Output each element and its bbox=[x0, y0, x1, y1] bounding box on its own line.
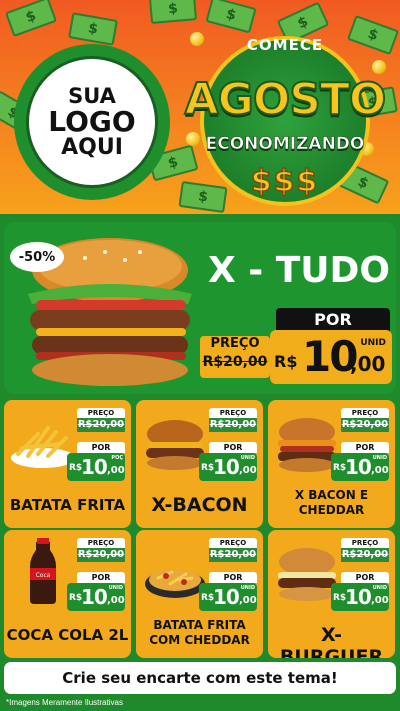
unit-label: POÇ bbox=[111, 455, 123, 461]
price-value: 10 bbox=[213, 585, 240, 609]
title-top: COMECE bbox=[246, 36, 324, 54]
new-price: R$ 10,00 UNID bbox=[199, 453, 257, 481]
por-label: POR bbox=[209, 442, 257, 453]
featured-name: X - TUDO bbox=[207, 250, 391, 291]
por-label: POR bbox=[341, 572, 389, 583]
unit-label: UNID bbox=[240, 455, 255, 461]
money-bill-icon: $ bbox=[68, 12, 118, 46]
price-cents: ,00 bbox=[107, 595, 125, 606]
price-label: PREÇO bbox=[77, 408, 125, 418]
title-main: AGOSTO bbox=[184, 73, 388, 126]
title-sub: ECONOMIZANDO bbox=[205, 134, 365, 155]
unit-label: UNID bbox=[108, 585, 123, 591]
dollar-symbols: $$$ bbox=[250, 163, 320, 200]
money-bill-icon: $ bbox=[4, 0, 58, 38]
price-cents: ,00 bbox=[107, 465, 125, 476]
price-cents: ,00 bbox=[371, 465, 389, 476]
product-name: COCA COLA 2L bbox=[6, 626, 129, 644]
logo-circle: SUA LOGO AQUI bbox=[26, 56, 158, 188]
old-price: R$20,00 bbox=[209, 418, 257, 432]
product-name: BATATA FRITA bbox=[9, 496, 126, 514]
svg-text:Coca: Coca bbox=[36, 572, 51, 579]
campaign-title: COMECE AGOSTO ECONOMIZANDO $$$ bbox=[178, 22, 392, 208]
unit-label: UNID bbox=[372, 455, 387, 461]
price-value: 10 bbox=[345, 585, 372, 609]
old-price: R$20,00 bbox=[209, 548, 257, 562]
price-label: PREÇO bbox=[341, 408, 389, 418]
price-value: 10 bbox=[81, 585, 108, 609]
product-name: X-BURGUER bbox=[279, 624, 384, 658]
product-card[interactable]: PREÇO R$20,00 POR R$ 10,00 UNID BATATA FRITA C… bbox=[136, 530, 263, 658]
por-label: POR bbox=[77, 572, 125, 583]
featured-product[interactable]: -50% X - TUDO PREÇO R$20,00 POR R$ 10 ,0… bbox=[4, 222, 396, 394]
unit-label: UNID bbox=[240, 585, 255, 591]
featured-old-price-box: PREÇO R$20,00 bbox=[200, 336, 270, 378]
cta-button[interactable]: Crie seu encarte com este tema! bbox=[4, 662, 396, 694]
product-name: X-BACON bbox=[151, 494, 248, 516]
new-price: R$ 10,00 UNID bbox=[199, 583, 257, 611]
new-price: R$ 10,00 UNID bbox=[67, 583, 125, 611]
featured-price-value: 10 bbox=[302, 332, 358, 381]
new-price: R$ 10,00 UNID bbox=[331, 583, 389, 611]
por-label: POR bbox=[341, 442, 389, 453]
featured-price-cents: ,00 bbox=[350, 352, 386, 376]
price-label: PREÇO bbox=[77, 538, 125, 548]
product-card[interactable]: PREÇO R$20,00 POR R$ 10,00 UNID X-BACON bbox=[136, 400, 263, 528]
product-name: BATATA FRITA COM CHEDDAR bbox=[149, 618, 250, 647]
discount-badge: -50% bbox=[10, 242, 64, 272]
logo-text-line1: SUA bbox=[68, 83, 116, 108]
price-cents: ,00 bbox=[239, 465, 257, 476]
new-price: R$ 10,00 POÇ bbox=[67, 453, 125, 481]
old-price-box: PREÇO R$20,00 bbox=[209, 538, 257, 562]
logo-text-line3: AQUI bbox=[61, 135, 123, 161]
header-banner: $ $ $ $ $ $ $ $ $ $ $ SUA LOGO AQUI COME… bbox=[0, 0, 400, 214]
price-label: PREÇO bbox=[209, 408, 257, 418]
price-value: 10 bbox=[213, 455, 240, 479]
old-price-box: PREÇO R$20,00 bbox=[341, 408, 389, 432]
product-name: X BACON E CHEDDAR bbox=[294, 488, 369, 517]
price-label: PREÇO bbox=[341, 538, 389, 548]
old-price: R$20,00 bbox=[77, 548, 125, 562]
money-bill-icon: $ bbox=[148, 0, 198, 24]
old-price: R$20,00 bbox=[77, 418, 125, 432]
product-card[interactable]: Coca PREÇO R$20,00 POR R$ 10,00 UNID COCA COLA … bbox=[4, 530, 131, 658]
product-card[interactable]: PREÇO R$20,00 POR R$ 10,00 UNID X BACON E CHED… bbox=[268, 400, 395, 528]
logo-placeholder: SUA LOGO AQUI bbox=[14, 44, 170, 200]
price-cents: ,00 bbox=[239, 595, 257, 606]
product-card[interactable]: PREÇO R$20,00 POR R$ 10,00 POÇ BATATA FRITA bbox=[4, 400, 131, 528]
por-label: POR bbox=[77, 442, 125, 453]
logo-text-line2: LOGO bbox=[48, 104, 136, 138]
featured-old-price: R$20,00 bbox=[202, 354, 268, 370]
featured-price-label: PREÇO bbox=[210, 336, 260, 351]
unit-label: UNID bbox=[372, 585, 387, 591]
featured-unit: UNID bbox=[360, 338, 386, 348]
price-cents: ,00 bbox=[371, 595, 389, 606]
por-label: POR bbox=[209, 572, 257, 583]
old-price: R$20,00 bbox=[341, 418, 389, 432]
old-price: R$20,00 bbox=[341, 548, 389, 562]
featured-currency: R$ bbox=[274, 352, 298, 371]
old-price-box: PREÇO R$20,00 bbox=[77, 408, 125, 432]
old-price-box: PREÇO R$20,00 bbox=[77, 538, 125, 562]
featured-por-label: POR bbox=[276, 308, 390, 332]
price-value: 10 bbox=[81, 455, 108, 479]
price-value: 10 bbox=[345, 455, 372, 479]
new-price: R$ 10,00 UNID bbox=[331, 453, 389, 481]
featured-new-price: R$ 10 ,00 UNID bbox=[270, 330, 392, 384]
old-price-box: PREÇO R$20,00 bbox=[209, 408, 257, 432]
old-price-box: PREÇO R$20,00 bbox=[341, 538, 389, 562]
product-card[interactable]: PREÇO R$20,00 POR R$ 10,00 UNID X-BURGUER bbox=[268, 530, 395, 658]
footnote: *Imagens Meramente Ilustrativas bbox=[6, 698, 123, 707]
price-label: PREÇO bbox=[209, 538, 257, 548]
